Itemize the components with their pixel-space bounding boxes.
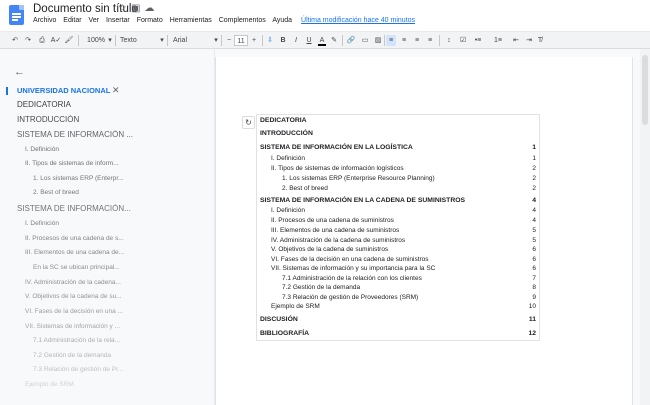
underline-button[interactable]: U bbox=[305, 35, 313, 46]
text-cursor-icon[interactable]: ⇩ bbox=[266, 35, 274, 46]
decrease-indent-icon[interactable]: ⇤ bbox=[511, 35, 521, 46]
outline-item[interactable]: II. Tipos de sistemas de inform... bbox=[25, 160, 119, 167]
refresh-toc-icon[interactable]: ↻ bbox=[242, 116, 255, 129]
menu-archivo[interactable]: Archivo bbox=[33, 17, 56, 24]
toc-entry[interactable]: 1. Los sistemas ERP (Enterprise Resource… bbox=[257, 174, 539, 184]
align-center-button[interactable]: ≡ bbox=[399, 35, 409, 46]
toc-entry[interactable]: SISTEMA DE INFORMACIÓN EN LA CADENA DE S… bbox=[257, 196, 539, 206]
toc-entry[interactable]: I. Definición 1 bbox=[257, 154, 539, 164]
toolbar: ↶ ↷ ⎙ A✓ 🖌 100% ▾ Texto norm... ▾ Arial … bbox=[0, 31, 650, 55]
outline-heading-universidad[interactable]: UNIVERSIDAD NACIONAL bbox=[17, 86, 110, 95]
toc-entry[interactable]: II. Procesos de una cadena de suministro… bbox=[257, 216, 539, 226]
toc-entry[interactable]: 7.2 Gestión de la demanda 8 bbox=[257, 283, 539, 293]
outline-item[interactable]: 1. Los sistemas ERP (Enterpr... bbox=[33, 175, 124, 182]
align-right-button[interactable]: ≡ bbox=[412, 35, 422, 46]
chevron-down-icon[interactable]: ▾ bbox=[107, 35, 113, 46]
justify-button[interactable]: ≡ bbox=[425, 35, 435, 46]
back-arrow-icon[interactable]: ← bbox=[14, 66, 25, 78]
outline-item[interactable]: I. Definición bbox=[25, 220, 59, 227]
outline-item[interactable]: 7.3 Relación de gestión de Pr... bbox=[33, 366, 123, 373]
clear-formatting-icon[interactable]: T̸ bbox=[535, 35, 545, 46]
toc-entry[interactable]: II. Tipos de sistemas de información log… bbox=[257, 164, 539, 174]
outline-item[interactable]: SISTEMA DE INFORMACIÓN... bbox=[17, 204, 131, 213]
outline-item[interactable]: Ejemplo de SRM bbox=[25, 381, 74, 388]
style-select[interactable]: Texto norm... bbox=[120, 35, 160, 55]
italic-button[interactable]: I bbox=[292, 35, 300, 46]
outline-item[interactable]: II. Procesos de una cadena de s... bbox=[25, 235, 124, 242]
scrollbar-thumb[interactable] bbox=[642, 55, 648, 125]
outline-active-marker bbox=[6, 87, 8, 95]
move-folder-icon[interactable]: ▣ bbox=[131, 3, 144, 14]
menu-complementos[interactable]: Complementos bbox=[219, 17, 266, 24]
menu-editar[interactable]: Editar bbox=[63, 17, 81, 24]
redo-icon[interactable]: ↷ bbox=[23, 35, 33, 46]
chevron-down-icon[interactable]: ▾ bbox=[213, 35, 219, 46]
toc-entry[interactable]: BIBLIOGRAFÍA 12 bbox=[257, 329, 539, 339]
chevron-down-icon[interactable]: ▾ bbox=[159, 35, 165, 46]
outline-item[interactable]: IV. Administración de la cadena... bbox=[25, 279, 121, 286]
vertical-scrollbar[interactable] bbox=[640, 49, 650, 405]
decrease-font-size-button[interactable]: − bbox=[225, 35, 233, 46]
last-edit-link[interactable]: Última modificación hace 40 minutos bbox=[301, 17, 415, 24]
line-spacing-icon[interactable]: ↕ bbox=[444, 35, 454, 46]
checklist-icon[interactable]: ☑ bbox=[458, 35, 468, 46]
paint-format-icon[interactable]: 🖌 bbox=[64, 35, 74, 46]
bold-button[interactable]: B bbox=[279, 35, 287, 46]
toc-entry[interactable]: DEDICATORIA bbox=[257, 116, 539, 126]
outline-item[interactable]: III. Elementos de una cadena de... bbox=[25, 249, 124, 256]
toc-entry[interactable]: 2. Best of breed 2 bbox=[257, 184, 539, 194]
toc-entry[interactable]: DISCUSIÓN 11 bbox=[257, 315, 539, 325]
link-icon[interactable]: 🔗 bbox=[346, 35, 356, 46]
menu-bar: Archivo Editar Ver Insertar Formato Herr… bbox=[33, 17, 420, 24]
zoom-select[interactable]: 100% bbox=[84, 35, 108, 46]
font-size-input[interactable]: 11 bbox=[234, 35, 248, 46]
docs-logo-icon[interactable] bbox=[9, 5, 24, 25]
outline-item[interactable]: En la SC se ubican principal... bbox=[33, 264, 120, 271]
highlight-icon[interactable]: ✎ bbox=[330, 35, 338, 46]
bulleted-list-icon[interactable]: •≡ bbox=[472, 35, 484, 46]
undo-icon[interactable]: ↶ bbox=[10, 35, 20, 46]
align-left-button[interactable]: ≡ bbox=[386, 35, 396, 46]
close-icon[interactable]: ✕ bbox=[112, 85, 120, 96]
spellcheck-icon[interactable]: A✓ bbox=[50, 35, 62, 46]
outline-item[interactable]: VI. Fases de la decisión en una ... bbox=[25, 308, 123, 315]
toc-entry[interactable]: INTRODUCCIÓN bbox=[257, 129, 539, 139]
toc-entry[interactable]: SISTEMA DE INFORMACIÓN EN LA LOGÍSTICA 1 bbox=[257, 143, 539, 153]
increase-font-size-button[interactable]: + bbox=[250, 35, 258, 46]
outline-item[interactable]: DEDICATORIA bbox=[17, 100, 71, 109]
outline-item[interactable]: SISTEMA DE INFORMACIÓN ... bbox=[17, 130, 133, 139]
toc-entry[interactable]: I. Definición 4 bbox=[257, 206, 539, 216]
outline-item[interactable]: 7.1 Administración de la rela... bbox=[33, 337, 120, 344]
outline-item[interactable]: 2. Best of breed bbox=[33, 189, 79, 196]
title-actions: ☆▣☁ bbox=[118, 3, 158, 14]
numbered-list-icon[interactable]: 1≡ bbox=[492, 35, 504, 46]
comment-icon[interactable]: ▭ bbox=[360, 35, 370, 46]
font-select[interactable]: Arial bbox=[173, 35, 203, 46]
menu-insertar[interactable]: Insertar bbox=[106, 17, 130, 24]
outline-item[interactable]: INTRODUCCIÓN bbox=[17, 115, 79, 124]
star-icon[interactable]: ☆ bbox=[118, 3, 131, 14]
outline-item[interactable]: VII. Sistemas de información y ... bbox=[25, 323, 120, 330]
cloud-status-icon[interactable]: ☁ bbox=[144, 3, 158, 14]
outline-item[interactable]: I. Definición bbox=[25, 146, 59, 153]
image-icon[interactable]: ▨ bbox=[373, 35, 383, 46]
toc-entry[interactable]: V. Objetivos de la cadena de suministros… bbox=[257, 245, 539, 255]
menu-ver[interactable]: Ver bbox=[89, 17, 100, 24]
title-bar: Documento sin título ☆▣☁ Archivo Editar … bbox=[0, 0, 650, 31]
toc-entry[interactable]: VII. Sistemas de información y su import… bbox=[257, 264, 539, 274]
document-outline: ← UNIVERSIDAD NACIONAL ✕ DEDICATORIA INT… bbox=[0, 49, 215, 405]
increase-indent-icon[interactable]: ⇥ bbox=[524, 35, 534, 46]
text-color-button[interactable]: A bbox=[318, 35, 326, 46]
table-of-contents[interactable]: DEDICATORIA INTRODUCCIÓN SISTEMA DE INFO… bbox=[256, 114, 540, 341]
menu-herramientas[interactable]: Herramientas bbox=[170, 17, 212, 24]
toc-entry[interactable]: Ejemplo de SRM 10 bbox=[257, 302, 539, 312]
outline-item[interactable]: 7.2 Gestión de la demanda bbox=[33, 352, 111, 359]
toc-entry[interactable]: III. Elementos de una cadena de suminist… bbox=[257, 226, 539, 236]
outline-item[interactable]: V. Objetivos de la cadena de su... bbox=[25, 293, 122, 300]
print-icon[interactable]: ⎙ bbox=[37, 35, 47, 46]
menu-ayuda[interactable]: Ayuda bbox=[272, 17, 292, 24]
menu-formato[interactable]: Formato bbox=[137, 17, 163, 24]
